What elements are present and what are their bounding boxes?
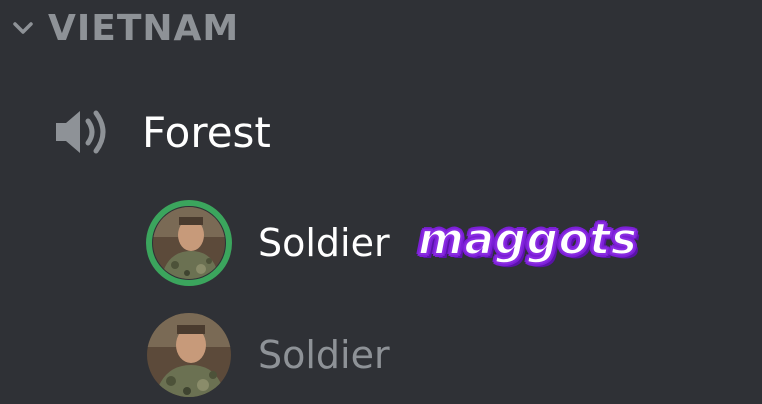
voice-user[interactable]: Soldier [146,312,390,398]
channel-name: Forest [142,107,271,157]
voice-channel-forest[interactable]: Forest [52,98,271,166]
voice-user-speaking[interactable]: Soldier [146,200,390,286]
avatar [147,313,231,397]
avatar-frame [146,312,232,398]
speaker-icon [52,105,112,159]
user-name: Soldier [258,333,390,377]
category-label: VIETNAM [48,7,240,49]
avatar [153,207,225,279]
caption-overlay: maggots [417,213,638,266]
speaking-ring [146,200,232,286]
category-header-vietnam[interactable]: VIETNAM [10,2,239,54]
voice-channel-panel: VIETNAM Forest Soldier Soldier maggots [0,0,762,404]
user-name: Soldier [258,221,390,265]
chevron-down-icon[interactable] [10,15,36,41]
